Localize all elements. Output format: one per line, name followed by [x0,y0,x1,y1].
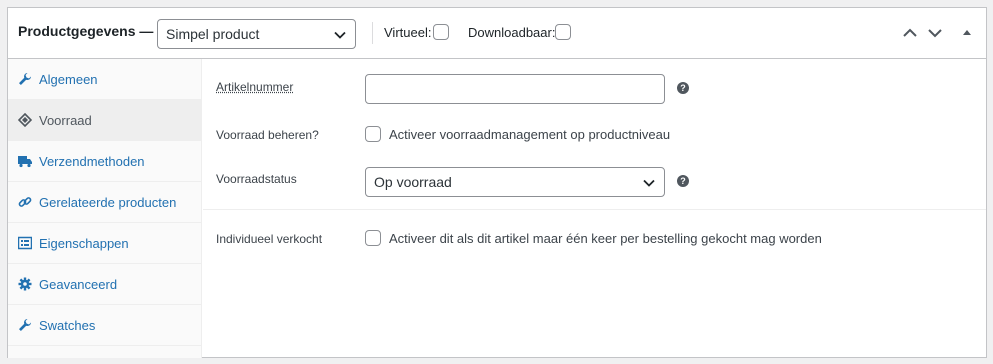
tab-linked-products-label: Gerelateerde producten [39,195,177,210]
tab-inventory[interactable]: Voorraad [8,100,202,141]
chevron-up-icon[interactable] [901,24,919,42]
wrench-icon [19,319,31,331]
tab-advanced-label: Geavanceerd [39,277,118,292]
manage-stock-label: Voorraad beheren? [216,128,319,142]
product-type-select[interactable]: Simpel product [157,19,356,49]
tab-advanced[interactable]: Geavanceerd [8,264,202,305]
tab-attributes[interactable]: Eigenschappen [8,223,202,264]
gear-icon [18,277,32,291]
tab-shipping-label: Verzendmethoden [39,154,145,169]
product-data-panel: Productgegevens — Simpel product Virtuee… [7,7,987,358]
panel-header: Productgegevens — Simpel product Virtuee… [8,8,986,59]
tab-swatches-label: Swatches [39,318,96,333]
tab-swatches[interactable]: Swatches [8,305,202,346]
sold-individually-label: Individueel verkocht [216,232,323,246]
chevron-down-icon [334,31,346,39]
help-icon[interactable]: ? [677,175,689,187]
header-separator [372,22,373,44]
tab-attributes-label: Eigenschappen [39,236,129,251]
product-type-value: Simpel product [166,26,260,42]
wrench-icon [19,73,31,85]
manage-stock-checkbox[interactable] [365,126,381,142]
stock-status-label: Voorraadstatus [216,172,297,186]
stock-status-select[interactable]: Op voorraad [365,167,665,197]
downloadable-label: Downloadbaar: [468,25,556,40]
tab-shipping[interactable]: Verzendmethoden [8,141,202,182]
stock-status-value: Op voorraad [374,174,452,190]
virtual-checkbox[interactable] [433,24,449,40]
sold-individually-description: Activeer dit als dit artikel maar één ke… [389,231,822,246]
sku-input[interactable] [365,74,665,104]
truck-icon [18,156,32,168]
chevron-down-icon [643,179,655,187]
manage-stock-description: Activeer voorraadmanagement op productni… [389,127,671,142]
list-icon [18,236,32,250]
collapse-toggle-icon[interactable] [958,24,976,42]
sku-label: Artikelnummer [216,80,294,94]
tab-general[interactable]: Algemeen [8,59,202,100]
link-icon [18,197,32,207]
tag-icon [18,113,32,127]
product-data-tabs: Algemeen Voorraad Verzendmethoden Gerela… [8,59,202,358]
panel-title: Productgegevens — [18,23,154,39]
sold-individually-checkbox[interactable] [365,230,381,246]
tab-linked-products[interactable]: Gerelateerde producten [8,182,202,223]
tab-inventory-label: Voorraad [39,113,92,128]
inventory-panel: Artikelnummer ? Voorraad beheren? Active… [203,59,986,358]
chevron-down-icon[interactable] [926,24,944,42]
help-icon[interactable]: ? [677,82,689,94]
section-divider [203,209,986,210]
tab-general-label: Algemeen [39,72,98,87]
virtual-label: Virtueel: [384,25,432,40]
downloadable-checkbox[interactable] [555,24,571,40]
